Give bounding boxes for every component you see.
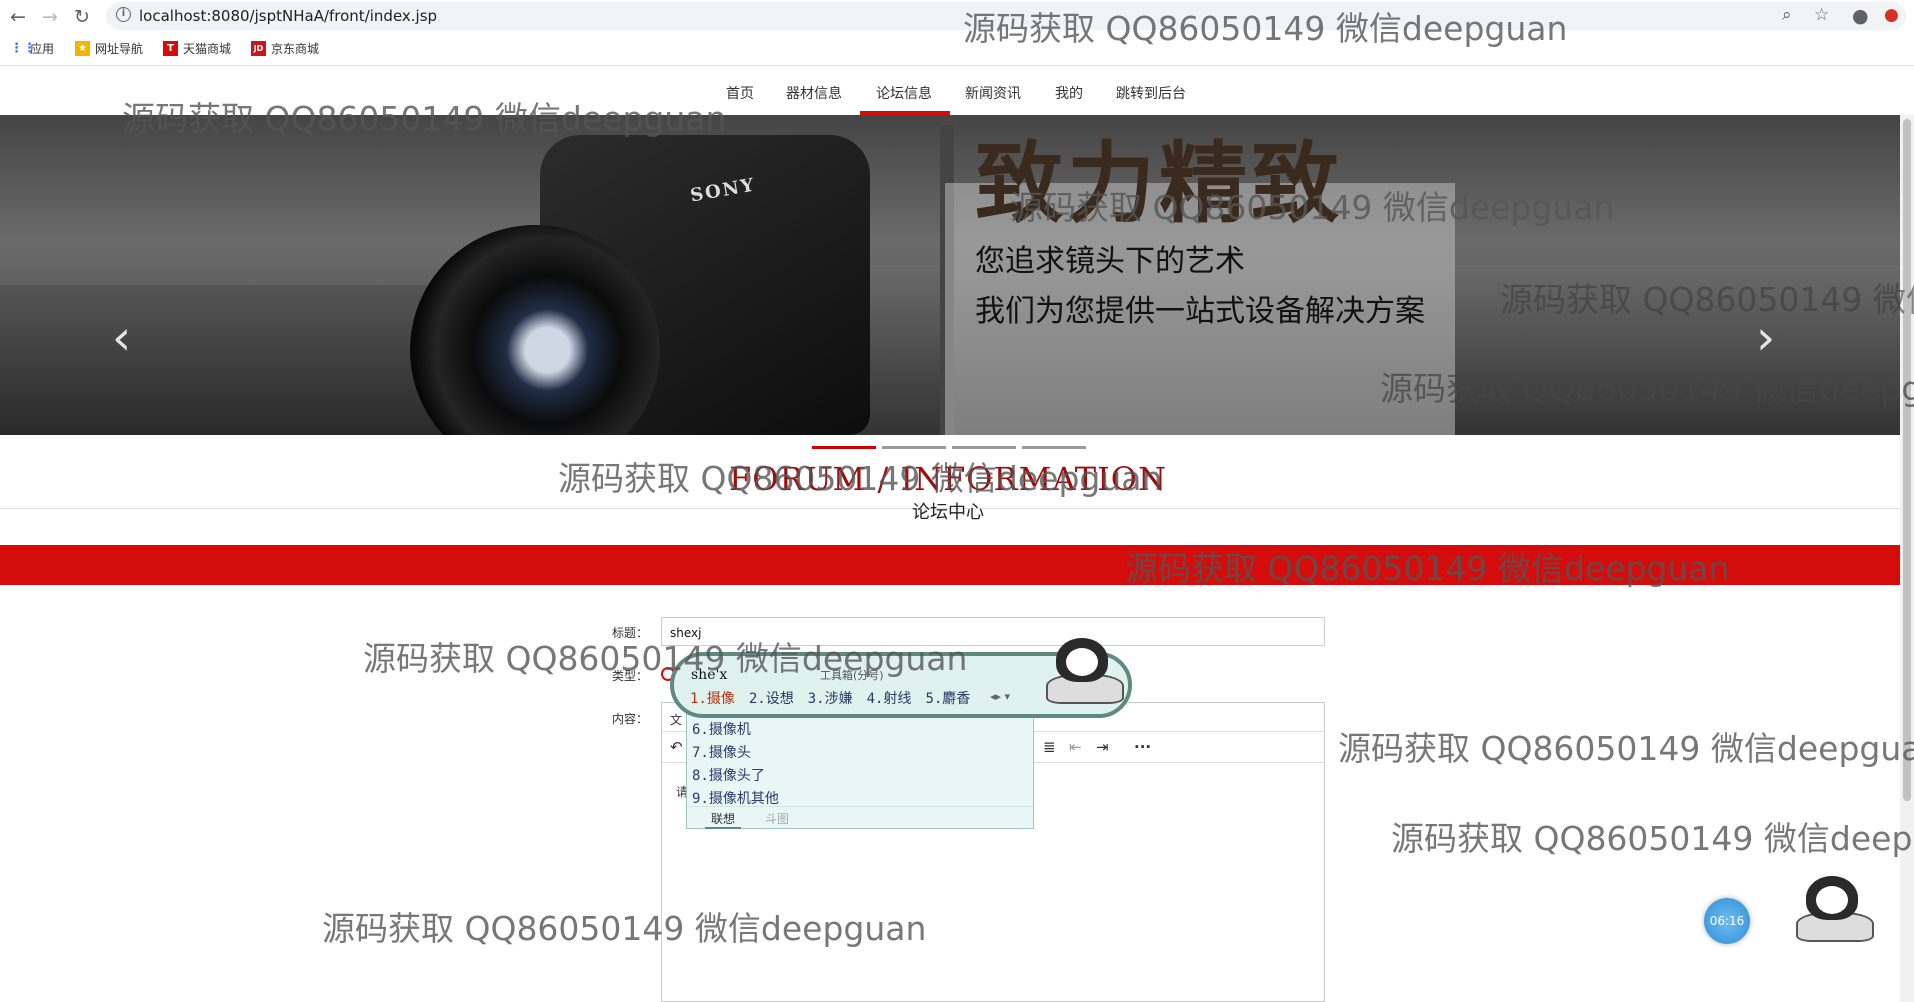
ime-candidate-row: 1.摄像 2.设想 3.涉嫌 4.射线 5.麝香 <box>690 688 970 708</box>
bookmark-label: 京东商城 <box>271 42 320 56</box>
watermark: 源码获取 QQ86050149 微信deepguan <box>1391 819 1914 858</box>
bookmark-label: 应用 <box>30 42 55 56</box>
ime-tabs: 联想 斗图 <box>687 806 1033 829</box>
nav-mine[interactable]: 我的 <box>1055 83 1083 103</box>
forward-icon[interactable]: → <box>38 5 62 29</box>
nav-home[interactable]: 首页 <box>726 83 754 103</box>
bookmark-jd[interactable]: JD 京东商城 <box>251 40 319 57</box>
extension-icon[interactable]: ● <box>1884 5 1899 25</box>
nav-equipment[interactable]: 器材信息 <box>786 83 842 103</box>
ime-tab-suggest[interactable]: 联想 <box>705 810 742 829</box>
bookmark-apps[interactable]: ⋮⋮ 应用 <box>10 40 54 57</box>
banner-carousel[interactable]: SONY ‹ › <box>0 115 1900 435</box>
ime-candidate[interactable]: 3.涉嫌 <box>808 688 853 708</box>
undo-icon[interactable]: ↶ <box>670 738 683 756</box>
carousel-dot[interactable] <box>882 446 946 449</box>
ime-candidate-list: 6.摄像机 7.摄像头 8.摄像头了 9.摄像机其他 联想 斗图 <box>686 705 1034 829</box>
jd-icon: JD <box>251 41 266 56</box>
apps-grid-icon: ⋮⋮ <box>10 41 36 56</box>
nav-admin[interactable]: 跳转到后台 <box>1116 83 1186 103</box>
bookmark-label: 网址导航 <box>95 42 144 56</box>
tmall-icon: T <box>163 41 178 56</box>
title-label: 标题： <box>612 626 649 640</box>
bookmark-nav[interactable]: ★ 网址导航 <box>75 40 143 57</box>
ime-candidate[interactable]: 5.麝香 <box>925 688 970 708</box>
banner-headline: 致力精致 <box>975 131 1344 235</box>
reload-icon[interactable]: ↻ <box>70 5 94 29</box>
carousel-dot[interactable] <box>1022 446 1086 449</box>
nav-news[interactable]: 新闻资讯 <box>965 83 1021 103</box>
zoom-icon[interactable]: ⌕ <box>1782 5 1792 25</box>
carousel-dot[interactable] <box>952 446 1016 449</box>
carousel-indicators <box>812 446 1086 449</box>
editor-tab[interactable]: 文 <box>670 711 682 728</box>
bookmark-label: 天猫商城 <box>183 42 232 56</box>
section-title-cn: 论坛中心 <box>912 502 984 523</box>
bookmark-tmall[interactable]: T 天猫商城 <box>163 40 231 57</box>
account-icon[interactable]: ● <box>1852 5 1869 27</box>
ime-candidate[interactable]: 2.设想 <box>749 688 794 708</box>
indent-icon[interactable]: ⇥ <box>1096 738 1109 756</box>
section-title-en: FORUM / INFORMATION <box>729 460 1167 498</box>
type-label: 类型： <box>612 669 649 683</box>
nav-forum[interactable]: 论坛信息 <box>876 83 932 103</box>
banner-line1: 您追求镜头下的艺术 <box>975 244 1245 279</box>
carousel-dot[interactable] <box>812 446 876 449</box>
ime-pinyin: she'x <box>691 667 728 683</box>
more-icon[interactable]: ··· <box>1134 738 1151 756</box>
align-justify-icon[interactable]: ≣ <box>1043 738 1056 756</box>
banner-line2: 我们为您提供一站式设备解决方案 <box>975 294 1425 329</box>
section-red-bar <box>0 545 1900 585</box>
ime-tab-sticker[interactable]: 斗图 <box>765 810 789 827</box>
star-folder-icon: ★ <box>75 41 90 56</box>
ime-candidate[interactable]: 9.摄像机其他 <box>692 788 779 808</box>
ime-candidate[interactable]: 7.摄像头 <box>692 742 751 762</box>
ime-candidate[interactable]: 1.摄像 <box>690 688 735 708</box>
page-scrollbar[interactable] <box>1900 115 1914 1002</box>
timer-badge[interactable]: 06:16 <box>1704 898 1750 944</box>
ime-toolbox[interactable]: 工具箱(分号) <box>820 667 884 683</box>
ime-candidate[interactable]: 6.摄像机 <box>692 719 751 739</box>
back-icon[interactable]: ← <box>6 5 30 29</box>
title-input[interactable]: shexj <box>661 617 1325 646</box>
site-nav: 首页 器材信息 论坛信息 新闻资讯 我的 跳转到后台 <box>0 67 1914 115</box>
ime-mascot-icon <box>1046 638 1124 708</box>
ime-page-arrows-icon[interactable]: ◂▸ ▾ <box>990 690 1010 703</box>
site-info-icon[interactable]: i <box>116 7 131 22</box>
bookmark-star-icon[interactable]: ☆ <box>1814 5 1829 25</box>
ime-float-mascot-icon[interactable] <box>1796 876 1874 946</box>
prev-arrow-icon[interactable]: ‹ <box>112 310 131 366</box>
url-text[interactable]: localhost:8080/jsptNHaA/front/index.jsp <box>139 7 437 25</box>
next-arrow-icon[interactable]: › <box>1756 310 1775 366</box>
ime-candidate[interactable]: 8.摄像头了 <box>692 765 765 785</box>
ime-candidate[interactable]: 4.射线 <box>867 688 912 708</box>
outdent-icon[interactable]: ⇤ <box>1069 738 1082 756</box>
watermark: 源码获取 QQ86050149 微信deepguan <box>1338 729 1914 768</box>
content-label: 内容： <box>612 712 649 726</box>
browser-chrome: ← → ↻ i localhost:8080/jsptNHaA/front/in… <box>0 0 1914 66</box>
scrollbar-thumb[interactable] <box>1903 119 1911 801</box>
